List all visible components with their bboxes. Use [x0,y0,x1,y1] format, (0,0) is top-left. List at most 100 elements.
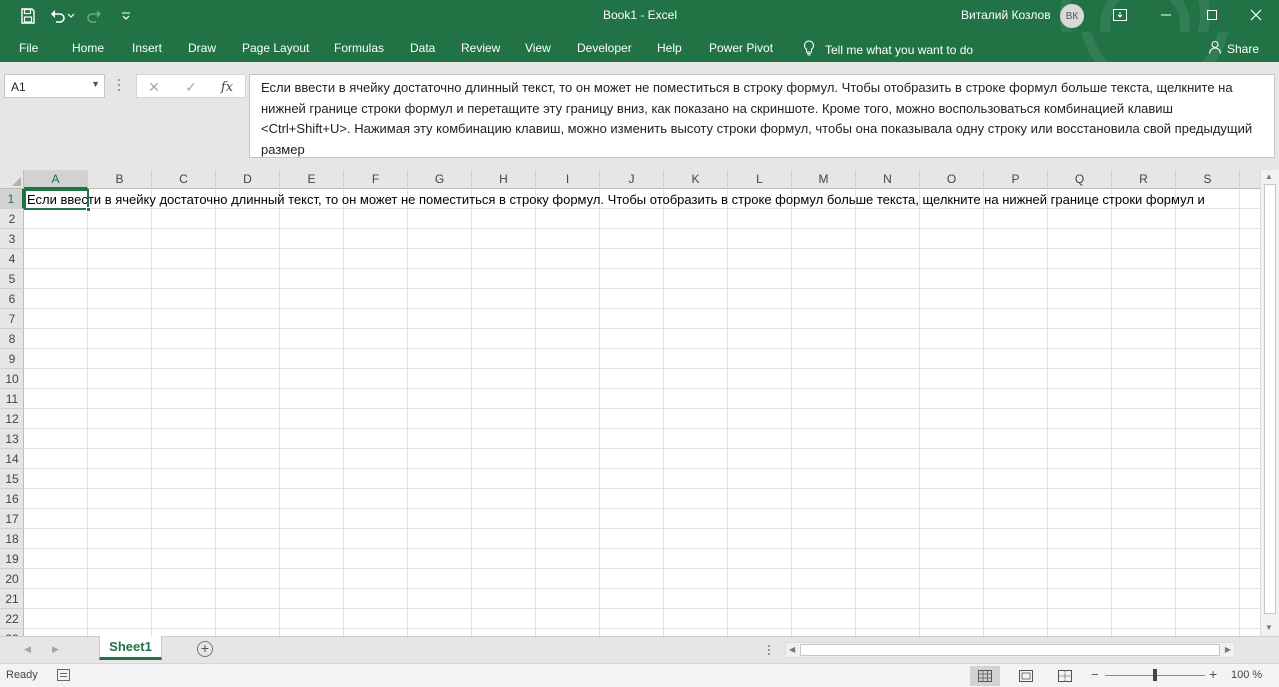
row-header-14[interactable]: 14 [0,449,24,469]
vertical-scrollbar[interactable]: ▲ ▼ [1260,170,1279,636]
tab-split-handle[interactable] [768,645,771,657]
cell-area[interactable] [24,189,1260,636]
tab-review[interactable]: Review [461,41,500,55]
redo-icon[interactable] [84,6,104,26]
sheet-next-icon[interactable]: ▶ [52,644,59,655]
column-header-m[interactable]: M [792,170,856,189]
row-header-8[interactable]: 8 [0,329,24,349]
add-sheet-icon[interactable]: + [197,641,213,657]
row-header-5[interactable]: 5 [0,269,24,289]
cancel-icon[interactable]: ✕ [142,78,166,96]
share-button[interactable]: Share [1208,40,1259,57]
zoom-out-button[interactable]: − [1091,667,1099,682]
close-icon[interactable] [1233,0,1279,30]
undo-dropdown-icon[interactable] [66,6,76,26]
horizontal-scrollbar[interactable]: ◀ ▶ [785,642,1235,658]
tell-me-box[interactable]: Tell me what you want to do [803,40,973,59]
tab-view[interactable]: View [525,41,551,55]
minimize-icon[interactable] [1143,0,1189,30]
zoom-level[interactable]: 100 % [1231,669,1262,681]
row-header-6[interactable]: 6 [0,289,24,309]
horizontal-scroll-thumb[interactable] [800,644,1220,656]
row-header-3[interactable]: 3 [0,229,24,249]
scroll-left-icon[interactable]: ◀ [789,645,795,654]
column-header-a[interactable]: A [24,170,88,189]
normal-view-icon[interactable] [970,666,1000,686]
row-header-13[interactable]: 13 [0,429,24,449]
tab-insert[interactable]: Insert [132,41,162,55]
scroll-down-icon[interactable]: ▼ [1265,623,1273,632]
row-header-22[interactable]: 22 [0,609,24,629]
select-all-button[interactable] [0,170,24,189]
undo-icon[interactable] [48,6,68,26]
sheet-prev-icon[interactable]: ◀ [24,644,31,655]
page-layout-view-icon[interactable] [1011,666,1041,686]
column-header-d[interactable]: D [216,170,280,189]
column-header-q[interactable]: Q [1048,170,1112,189]
column-header-l[interactable]: L [728,170,792,189]
resize-handle[interactable] [118,79,122,93]
row-header-15[interactable]: 15 [0,469,24,489]
tab-draw[interactable]: Draw [188,41,216,55]
row-header-1[interactable]: 1 [0,189,24,209]
tab-developer[interactable]: Developer [577,41,632,55]
enter-icon[interactable]: ✓ [179,78,203,96]
macro-recording-icon[interactable] [57,669,70,681]
tab-formulas[interactable]: Formulas [334,41,384,55]
scroll-right-icon[interactable]: ▶ [1225,645,1231,654]
column-header-g[interactable]: G [408,170,472,189]
column-header-b[interactable]: B [88,170,152,189]
column-header-h[interactable]: H [472,170,536,189]
column-header-e[interactable]: E [280,170,344,189]
avatar[interactable]: ВК [1060,4,1084,28]
tab-home[interactable]: Home [72,41,104,55]
chevron-down-icon[interactable]: ▼ [91,79,100,89]
sheet-tab-sheet1[interactable]: Sheet1 [99,636,162,660]
insert-function-button[interactable]: fx [215,78,239,96]
column-header-r[interactable]: R [1112,170,1176,189]
tab-power-pivot[interactable]: Power Pivot [709,41,773,55]
column-header-k[interactable]: K [664,170,728,189]
column-header-j[interactable]: J [600,170,664,189]
column-header-n[interactable]: N [856,170,920,189]
row-header-9[interactable]: 9 [0,349,24,369]
row-header-23[interactable]: 23 [0,629,24,636]
column-header-s[interactable]: S [1176,170,1240,189]
maximize-icon[interactable] [1189,0,1235,30]
tab-data[interactable]: Data [410,41,435,55]
scroll-up-icon[interactable]: ▲ [1265,172,1273,181]
row-header-4[interactable]: 4 [0,249,24,269]
title-bar: Book1 - Excel Виталий Козлов ВК [0,0,1279,32]
save-icon[interactable] [18,6,38,26]
user-name[interactable]: Виталий Козлов [961,8,1051,22]
row-header-20[interactable]: 20 [0,569,24,589]
row-header-2[interactable]: 2 [0,209,24,229]
row-header-21[interactable]: 21 [0,589,24,609]
column-header-i[interactable]: I [536,170,600,189]
tab-help[interactable]: Help [657,41,682,55]
row-header-12[interactable]: 12 [0,409,24,429]
row-header-10[interactable]: 10 [0,369,24,389]
tab-page-layout[interactable]: Page Layout [242,41,309,55]
column-header-p[interactable]: P [984,170,1048,189]
row-header-19[interactable]: 19 [0,549,24,569]
name-box[interactable]: A1 ▼ [4,74,105,98]
zoom-in-button[interactable]: + [1209,666,1217,682]
tab-file[interactable]: File [19,41,38,55]
zoom-slider-thumb[interactable] [1153,669,1157,681]
row-header-11[interactable]: 11 [0,389,24,409]
row-header-16[interactable]: 16 [0,489,24,509]
row-header-18[interactable]: 18 [0,529,24,549]
row-header-17[interactable]: 17 [0,509,24,529]
column-header-o[interactable]: O [920,170,984,189]
column-header-f[interactable]: F [344,170,408,189]
vertical-scroll-thumb[interactable] [1264,184,1276,614]
customize-icon[interactable] [116,6,136,26]
row-header-7[interactable]: 7 [0,309,24,329]
fill-handle[interactable] [86,207,91,212]
ribbon-display-icon[interactable] [1097,0,1143,30]
page-break-view-icon[interactable] [1050,666,1080,686]
column-header-c[interactable]: C [152,170,216,189]
formula-bar-input[interactable]: Если ввести в ячейку достаточно длинный … [249,74,1275,158]
active-cell[interactable] [24,189,89,210]
